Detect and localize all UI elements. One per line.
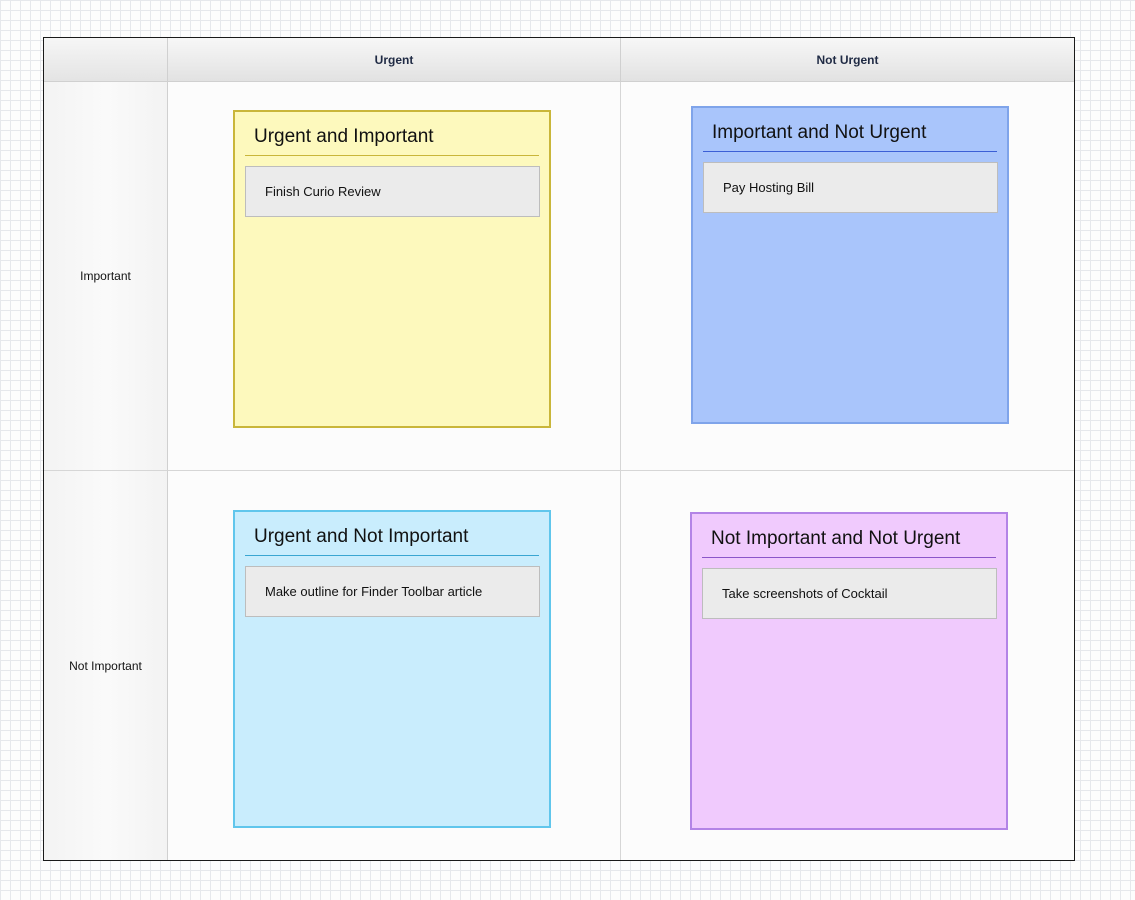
card-urgent-and-important[interactable]: Urgent and Important Finish Curio Review: [233, 110, 551, 428]
card-urgent-and-not-important[interactable]: Urgent and Not Important Make outline fo…: [233, 510, 551, 828]
row-divider: [168, 470, 1074, 471]
card-title[interactable]: Important and Not Urgent: [712, 122, 926, 144]
eisenhower-matrix: Urgent Not Urgent Important Not Importan…: [43, 37, 1075, 861]
row-header-important[interactable]: Important: [44, 82, 168, 471]
card-divider: [703, 151, 997, 152]
card-title[interactable]: Urgent and Not Important: [254, 526, 468, 548]
card-not-important-and-not-urgent[interactable]: Not Important and Not Urgent Take screen…: [690, 512, 1008, 830]
card-divider: [245, 155, 539, 156]
task-item[interactable]: Pay Hosting Bill: [703, 162, 998, 213]
card-divider: [702, 557, 996, 558]
row-header-not-important[interactable]: Not Important: [44, 471, 168, 860]
task-item[interactable]: Make outline for Finder Toolbar article: [245, 566, 540, 617]
card-divider: [245, 555, 539, 556]
column-header-not-urgent[interactable]: Not Urgent: [621, 38, 1074, 82]
column-divider: [620, 82, 621, 860]
task-item[interactable]: Take screenshots of Cocktail: [702, 568, 997, 619]
column-header-urgent[interactable]: Urgent: [168, 38, 621, 82]
matrix-corner-cell: [44, 38, 168, 82]
task-item[interactable]: Finish Curio Review: [245, 166, 540, 217]
card-important-and-not-urgent[interactable]: Important and Not Urgent Pay Hosting Bil…: [691, 106, 1009, 424]
card-title[interactable]: Not Important and Not Urgent: [711, 528, 960, 550]
card-title[interactable]: Urgent and Important: [254, 126, 434, 148]
